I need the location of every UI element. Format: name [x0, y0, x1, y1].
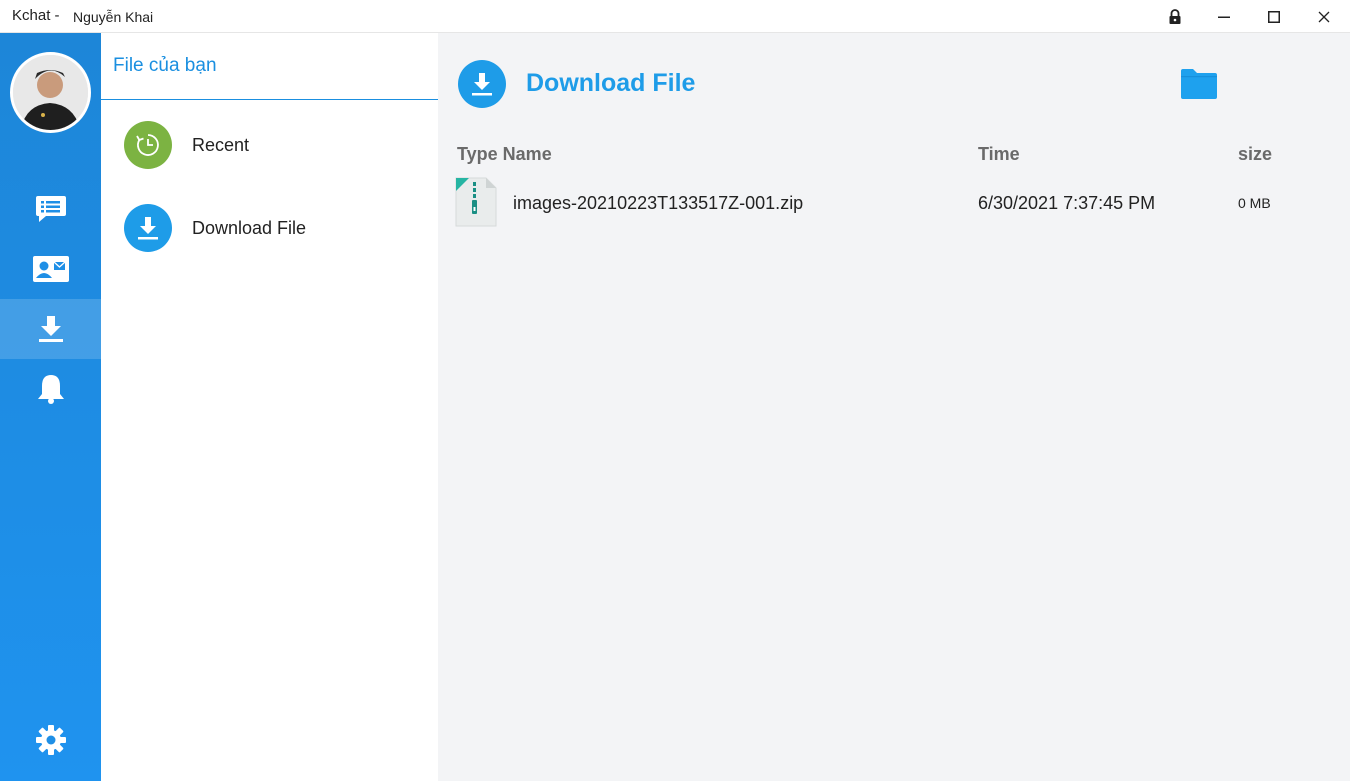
app-title: Kchat -	[12, 7, 60, 24]
file-name: images-20210223T133517Z-001.zip	[513, 193, 804, 213]
download-icon	[472, 73, 492, 96]
column-header-type-name[interactable]: Type Name	[457, 144, 552, 165]
file-size: 0 MB	[1238, 195, 1271, 211]
file-time: 6/30/2021 7:37:45 PM	[978, 193, 1156, 213]
recent-badge	[124, 121, 172, 169]
close-button[interactable]	[1299, 0, 1349, 33]
panel-divider	[101, 99, 438, 100]
rail-notifications[interactable]	[0, 359, 101, 419]
rail-contacts[interactable]	[0, 239, 101, 299]
download-icon	[138, 217, 158, 240]
rail-settings[interactable]	[0, 710, 101, 770]
nav-item-label: Recent	[192, 135, 250, 155]
title-bar: Kchat - Nguyễn Khai	[0, 0, 1350, 33]
page-title: Download File	[526, 69, 696, 97]
zip-file-icon	[455, 177, 497, 227]
nav-item-label: Download File	[192, 218, 307, 238]
nav-item-recent[interactable]: Recent	[101, 111, 438, 181]
avatar-image	[13, 55, 88, 130]
column-header-time[interactable]: Time	[978, 144, 1020, 165]
contact-card-icon	[32, 256, 69, 282]
panel-title: File của bạn	[113, 55, 217, 76]
file-row[interactable]: images-20210223T133517Z-001.zip 6/30/202…	[438, 176, 1350, 230]
clock-icon	[136, 134, 159, 156]
nav-item-download-file[interactable]: Download File	[101, 194, 438, 264]
icon-rail	[0, 33, 101, 781]
minimize-icon	[1218, 16, 1230, 18]
download-icon	[38, 316, 63, 342]
minimize-button[interactable]	[1199, 0, 1249, 33]
open-folder-button[interactable]	[1179, 67, 1219, 101]
column-header-size[interactable]: size	[1238, 144, 1272, 165]
heading-badge	[458, 60, 506, 108]
user-name: Nguyễn Khai	[73, 9, 154, 25]
rail-downloads[interactable]	[0, 299, 101, 359]
rail-chats[interactable]	[0, 179, 101, 239]
lock-button[interactable]	[1150, 0, 1200, 33]
download-badge	[124, 204, 172, 252]
close-icon	[1318, 11, 1330, 22]
file-type-badge	[452, 176, 500, 228]
bell-icon	[37, 375, 64, 404]
lock-icon	[1169, 8, 1181, 24]
avatar[interactable]	[10, 52, 91, 133]
download-content: Download File Type Name Time size images…	[438, 33, 1350, 781]
gear-icon	[35, 725, 66, 755]
chat-list-icon	[35, 196, 66, 222]
maximize-icon	[1268, 10, 1280, 23]
files-panel: File của bạn Recent Download File	[101, 33, 438, 781]
folder-icon	[1181, 69, 1217, 99]
maximize-button[interactable]	[1249, 0, 1299, 33]
